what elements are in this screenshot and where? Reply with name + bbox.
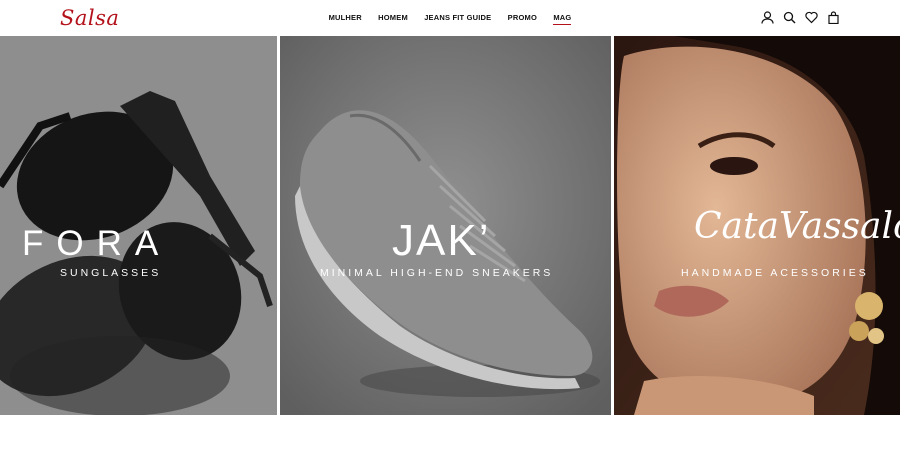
site-header: Salsa MULHER HOMEM JEANS FIT GUIDE PROMO… <box>0 0 900 36</box>
panel-subtitle: HANDMADE ACESSORIES <box>681 267 869 279</box>
nav-item-mulher[interactable]: MULHER <box>329 13 362 22</box>
nav-item-jeans-fit-guide[interactable]: JEANS FIT GUIDE <box>424 13 491 22</box>
panel-catavassalo[interactable]: CataVassalo HANDMADE ACESSORIES <box>614 36 900 415</box>
nav-item-homem[interactable]: HOMEM <box>378 13 408 22</box>
panel-subtitle: MINIMAL HIGH-END SNEAKERS <box>320 267 554 279</box>
user-icon[interactable] <box>760 10 774 24</box>
search-icon[interactable] <box>782 10 796 24</box>
heart-icon[interactable] <box>804 10 818 24</box>
panel-title: FORA <box>22 224 172 263</box>
nav-item-mag[interactable]: MAG <box>553 13 572 25</box>
header-icons <box>760 10 840 24</box>
panel-title: CataVassalo <box>694 206 900 247</box>
panel-title: JAK’ <box>392 216 491 265</box>
brand-panels: FORA SUNGLASSES JAK’ MINIMAL HIGH-END SN… <box>0 36 900 415</box>
panel-fora[interactable]: FORA SUNGLASSES <box>0 36 277 415</box>
panel-subtitle: SUNGLASSES <box>60 267 162 279</box>
nav-item-promo[interactable]: PROMO <box>508 13 537 22</box>
bag-icon[interactable] <box>826 10 840 24</box>
panel-jak[interactable]: JAK’ MINIMAL HIGH-END SNEAKERS <box>280 36 611 415</box>
